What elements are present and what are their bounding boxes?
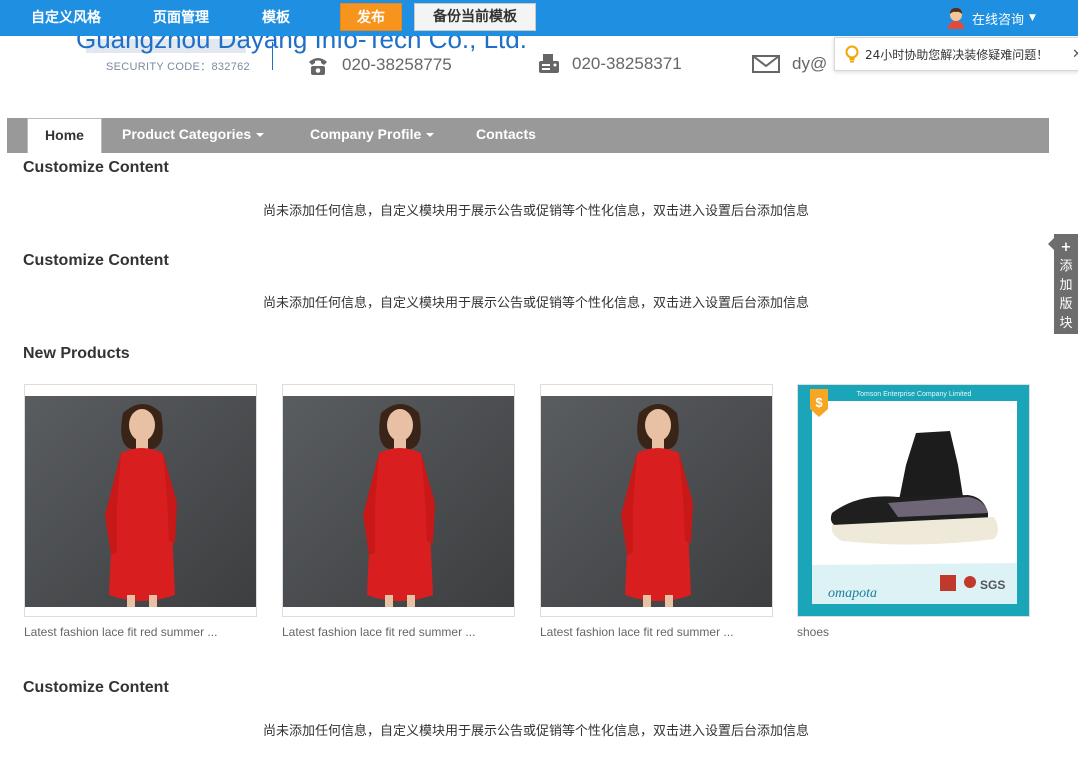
editor-toolbar: 自定义风格 页面管理 模板 发布 备份当前模板 在线咨询 ▼ — [0, 0, 1078, 36]
backup-template-button[interactable]: 备份当前模板 — [414, 3, 536, 31]
fax-number: 020-38258371 — [572, 54, 682, 73]
add-block-char: 加 — [1059, 278, 1073, 293]
add-block-char: 版 — [1059, 297, 1073, 312]
nav-product-categories[interactable]: Product Categories — [122, 118, 265, 153]
section-title: Customize Content — [23, 252, 169, 269]
fax-icon — [539, 54, 559, 73]
plus-icon: + — [1060, 240, 1072, 255]
red-dress-image — [25, 396, 256, 607]
custom-content-placeholder[interactable]: 尚未添加任何信息，自定义模块用于展示公告或促销等个性化信息，双击进入设置后台添加… — [263, 720, 809, 739]
shoe-card-badge: $ — [815, 395, 823, 410]
shoe-image: Tomson Enterprise Company Limited $ omap… — [798, 385, 1029, 616]
add-block-char: 添 — [1059, 259, 1073, 274]
shoe-brand: omapota — [828, 586, 877, 601]
online-consult-label: 在线咨询 — [972, 12, 1025, 28]
product-caption[interactable]: Latest fashion lace fit red summer ... — [24, 625, 257, 639]
nav-company-profile-label: Company Profile — [310, 126, 422, 142]
close-icon[interactable]: ✕ — [1072, 47, 1078, 62]
product-image[interactable] — [24, 384, 257, 617]
product-image[interactable] — [540, 384, 773, 617]
nav-product-categories-label: Product Categories — [122, 126, 252, 142]
product-card[interactable]: Latest fashion lace fit red summer ... — [282, 384, 515, 639]
custom-content-placeholder[interactable]: 尚未添加任何信息，自定义模块用于展示公告或促销等个性化信息，双击进入设置后台添加… — [263, 200, 809, 219]
email-contact: dy@ — [752, 54, 827, 74]
publish-button[interactable]: 发布 — [340, 3, 402, 31]
product-image[interactable]: Tomson Enterprise Company Limited $ omap… — [797, 384, 1030, 617]
fax-contact: 020-38258371 — [538, 54, 682, 74]
email-address[interactable]: dy@ — [792, 54, 827, 74]
help-tooltip-text: 24小时协助您解决装修疑难问题！ — [865, 47, 1049, 62]
section-title: Customize Content — [23, 679, 169, 696]
header-divider — [272, 42, 273, 70]
help-tooltip: 24小时协助您解决装修疑难问题！ ✕ — [834, 37, 1078, 71]
online-consult-button[interactable]: 在线咨询 ▼ — [946, 4, 1036, 32]
nav-company-profile[interactable]: Company Profile — [310, 118, 435, 153]
add-block-button[interactable]: + 添 加 版 块 — [1048, 234, 1078, 334]
menu-template[interactable]: 模板 — [262, 0, 290, 36]
product-caption[interactable]: Latest fashion lace fit red summer ... — [282, 625, 515, 639]
chevron-down-icon — [256, 133, 265, 138]
company-name[interactable]: Guangzhou Dayang Info-Tech Co., Ltd. — [76, 36, 527, 55]
red-dress-image — [283, 396, 514, 607]
main-nav: Home Product Categories Company Profile … — [7, 118, 1049, 153]
email-icon — [752, 55, 780, 73]
product-image[interactable] — [282, 384, 515, 617]
phone-contact: 020-38258775 — [306, 54, 452, 76]
section-title: Customize Content — [23, 159, 169, 176]
red-dress-image — [541, 396, 772, 607]
security-code: SECURITY CODE：832762 — [106, 61, 250, 73]
agent-avatar-icon — [948, 8, 964, 29]
shoe-card-banner: Tomson Enterprise Company Limited — [857, 391, 972, 398]
custom-content-placeholder[interactable]: 尚未添加任何信息，自定义模块用于展示公告或促销等个性化信息，双击进入设置后台添加… — [263, 292, 809, 311]
product-card[interactable]: Tomson Enterprise Company Limited $ omap… — [797, 384, 1030, 639]
chevron-down-icon: ▼ — [1029, 13, 1036, 23]
product-caption[interactable]: Latest fashion lace fit red summer ... — [540, 625, 773, 639]
add-block-char: 块 — [1059, 316, 1073, 331]
shoe-cert: SGS — [980, 578, 1005, 592]
phone-icon — [309, 58, 327, 75]
nav-contacts[interactable]: Contacts — [476, 118, 536, 153]
nav-home[interactable]: Home — [27, 118, 102, 153]
product-caption[interactable]: shoes — [797, 625, 1030, 639]
lightbulb-icon — [845, 45, 859, 63]
chevron-down-icon — [426, 133, 435, 138]
product-card[interactable]: Latest fashion lace fit red summer ... — [24, 384, 257, 639]
phone-number: 020-38258775 — [342, 55, 452, 74]
product-card[interactable]: Latest fashion lace fit red summer ... — [540, 384, 773, 639]
menu-page-management[interactable]: 页面管理 — [153, 0, 209, 36]
menu-custom-style[interactable]: 自定义风格 — [31, 0, 101, 36]
new-products-title: New Products — [23, 345, 130, 362]
